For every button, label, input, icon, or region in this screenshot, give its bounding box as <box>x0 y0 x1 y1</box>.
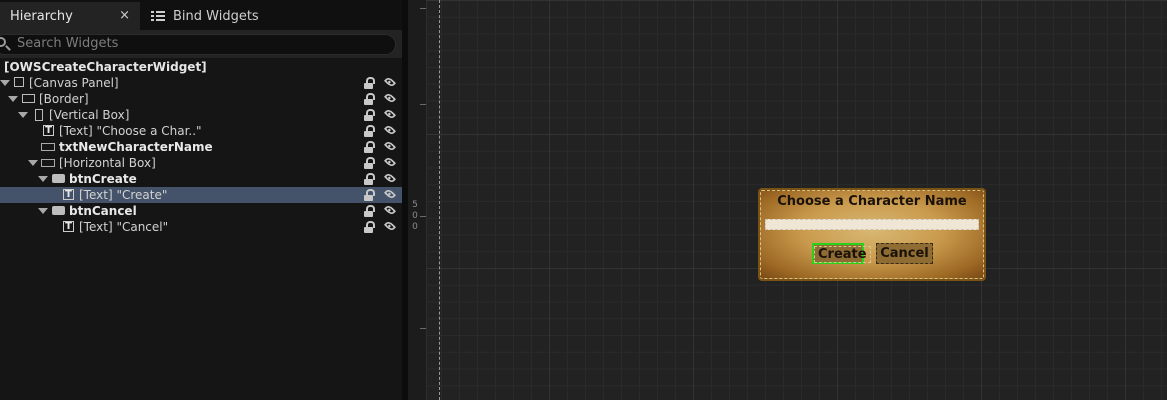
cancel-button[interactable]: Cancel <box>876 243 933 264</box>
tree-row-label: [Text] "Choose a Char.." <box>59 124 202 138</box>
tree-row-label: [Text] "Cancel" <box>79 220 169 234</box>
vertical-box-icon <box>35 109 43 121</box>
vertical-ruler: 5 0 0 <box>408 0 427 400</box>
create-button[interactable]: Create <box>812 243 871 264</box>
expand-arrow-icon[interactable] <box>28 160 38 166</box>
eye-icon[interactable] <box>383 139 397 153</box>
character-name-input[interactable] <box>765 219 979 230</box>
lock-icon[interactable] <box>364 205 376 217</box>
expand-arrow-icon[interactable] <box>0 80 10 86</box>
lock-icon[interactable] <box>364 189 376 201</box>
text-widget-icon: T <box>43 125 54 136</box>
lock-icon[interactable] <box>364 125 376 137</box>
tree-row[interactable]: [Vertical Box] <box>0 107 402 123</box>
lock-icon[interactable] <box>364 109 376 121</box>
border-icon <box>22 94 35 103</box>
tree-row-label: [Vertical Box] <box>49 108 130 122</box>
expand-arrow-icon[interactable] <box>8 96 18 102</box>
expand-arrow-icon[interactable] <box>38 208 48 214</box>
eye-icon[interactable] <box>383 203 397 217</box>
guide-line <box>439 0 440 400</box>
tree-row-label: txtNewCharacterName <box>59 140 213 154</box>
tree-row-selected[interactable]: T [Text] "Create" <box>0 187 402 203</box>
lock-icon[interactable] <box>364 173 376 185</box>
eye-icon[interactable] <box>383 155 397 169</box>
tree-row[interactable]: T [Text] "Choose a Char.." <box>0 123 402 139</box>
eye-icon[interactable] <box>383 123 397 137</box>
lock-icon[interactable] <box>364 77 376 89</box>
preview-title[interactable]: Choose a Character Name <box>761 194 983 209</box>
tree-row-label: [Horizontal Box] <box>59 156 156 170</box>
character-widget-preview[interactable]: Choose a Character Name Create Cancel <box>758 188 986 281</box>
close-icon[interactable]: × <box>119 8 130 23</box>
tree-row[interactable]: [Border] <box>0 91 402 107</box>
expand-arrow-icon[interactable] <box>38 176 48 182</box>
hierarchy-panel: Hierarchy × Bind Widgets Search Widgets … <box>0 0 402 400</box>
create-button-label[interactable]: Create <box>814 246 871 263</box>
button-icon <box>52 206 65 215</box>
tree-row[interactable]: T [Text] "Cancel" <box>0 219 402 235</box>
text-widget-icon: T <box>63 189 74 200</box>
text-widget-icon: T <box>63 221 74 232</box>
tree-row[interactable]: txtNewCharacterName <box>0 139 402 155</box>
canvas-panel-icon <box>14 77 24 87</box>
eye-icon[interactable] <box>383 75 397 89</box>
tree-row-label: [Text] "Create" <box>79 188 168 202</box>
tab-hierarchy[interactable]: Hierarchy × <box>0 2 140 30</box>
eye-icon[interactable] <box>383 171 397 185</box>
button-icon <box>52 174 65 183</box>
tree-row[interactable]: btnCreate <box>0 171 402 187</box>
lock-icon[interactable] <box>364 141 376 153</box>
ruler-label: 5 0 0 <box>412 200 418 232</box>
lock-icon[interactable] <box>364 93 376 105</box>
tree-row[interactable]: btnCancel <box>0 203 402 219</box>
eye-icon[interactable] <box>383 91 397 105</box>
tab-bind-widgets-label: Bind Widgets <box>173 8 259 24</box>
tab-hierarchy-label: Hierarchy <box>10 8 73 24</box>
tree-row-label: [Border] <box>39 92 89 106</box>
tree-row[interactable]: [Canvas Panel] <box>0 75 402 91</box>
list-icon <box>151 10 165 22</box>
eye-icon[interactable] <box>383 187 397 201</box>
tree-row-label: btnCancel <box>69 204 137 218</box>
designer-canvas[interactable]: 5 0 0 Choose a Character Name Create Can… <box>408 0 1167 400</box>
expand-arrow-icon[interactable] <box>18 112 28 118</box>
lock-icon[interactable] <box>364 157 376 169</box>
cancel-button-label[interactable]: Cancel <box>880 246 929 261</box>
tree-row-label: [Canvas Panel] <box>29 76 119 90</box>
horizontal-box-icon <box>41 159 55 167</box>
search-icon <box>0 37 6 47</box>
eye-icon[interactable] <box>383 219 397 233</box>
eye-icon[interactable] <box>383 107 397 121</box>
tree-root-label[interactable]: [OWSCreateCharacterWidget] <box>4 60 207 74</box>
tab-bind-widgets[interactable]: Bind Widgets <box>144 2 284 30</box>
tree-row[interactable]: [Horizontal Box] <box>0 155 402 171</box>
lock-icon[interactable] <box>364 221 376 233</box>
tab-bar: Hierarchy × Bind Widgets <box>0 0 402 30</box>
tree-row-label: btnCreate <box>69 172 137 186</box>
text-input-icon <box>41 143 55 151</box>
search-placeholder: Search Widgets <box>17 36 119 51</box>
